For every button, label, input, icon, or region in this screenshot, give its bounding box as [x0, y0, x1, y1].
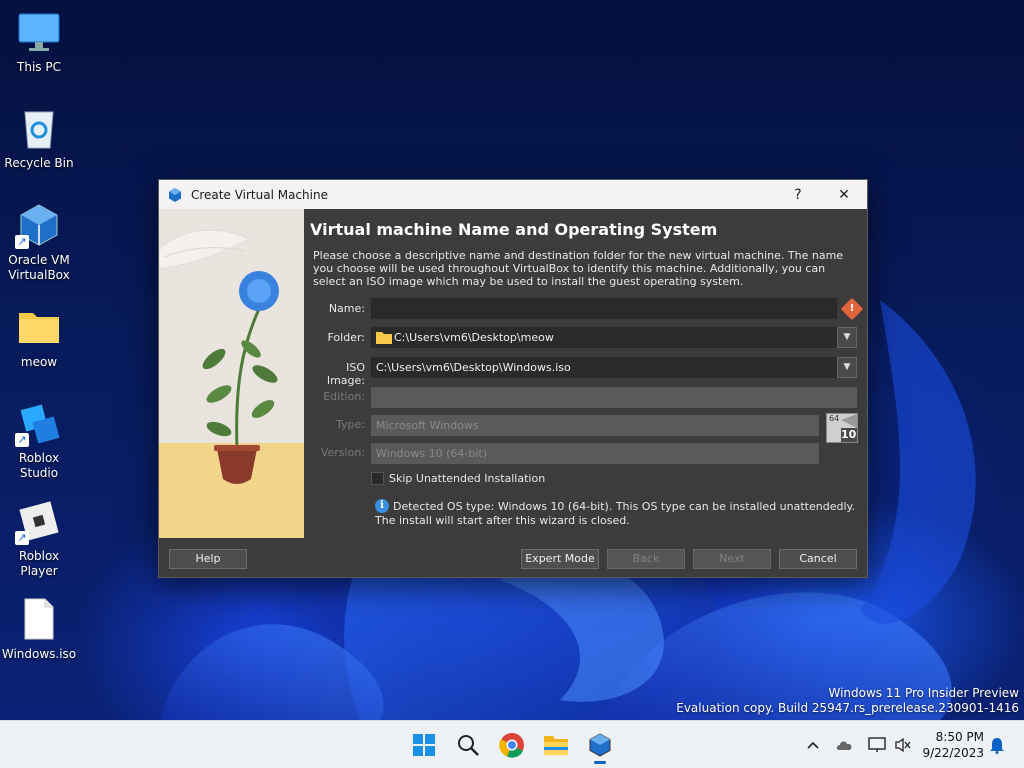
onedrive-tray-button[interactable] — [834, 729, 856, 761]
show-hidden-icons-button[interactable] — [802, 729, 824, 761]
volume-tray-button[interactable] — [892, 729, 914, 761]
desktop-icon-this-pc[interactable]: This PC — [0, 10, 78, 75]
taskbar-clock[interactable]: 8:50 PM 9/22/2023 — [922, 729, 984, 761]
notifications-button[interactable] — [986, 729, 1008, 761]
desktop-icon-meow-folder[interactable]: meow — [0, 305, 78, 370]
cancel-button[interactable]: Cancel — [779, 549, 857, 569]
desktop-icon-label: This PC — [17, 60, 61, 74]
folder-icon — [17, 305, 61, 349]
edition-label: Edition: — [323, 390, 365, 403]
iso-image-field[interactable]: C:\Users\vm6\Desktop\Windows.iso — [371, 357, 837, 378]
virtualbox-icon — [589, 733, 611, 757]
help-title-button[interactable]: ? — [775, 180, 821, 209]
dialog-content: Virtual machine Name and Operating Syste… — [159, 209, 867, 538]
create-vm-dialog: Create Virtual Machine ? ✕ Virtual machi… — [158, 179, 868, 578]
os-version-label: 10 — [841, 428, 857, 441]
desktop-icon-label: Recycle Bin — [4, 156, 74, 170]
skip-unattended-checkbox[interactable] — [371, 472, 384, 485]
back-button[interactable]: Back — [607, 549, 685, 569]
edition-field — [371, 387, 857, 408]
file-icon — [17, 597, 61, 641]
virtualbox-icon: ↗ — [15, 203, 61, 249]
iso-label: ISO Image: — [326, 361, 365, 387]
wizard-main-panel: Virtual machine Name and Operating Syste… — [305, 209, 867, 538]
bell-icon — [990, 738, 1004, 754]
start-button[interactable] — [406, 729, 442, 761]
page-title: Virtual machine Name and Operating Syste… — [310, 220, 718, 239]
warning-icon: ! — [840, 297, 864, 321]
taskbar: 8:50 PM 9/22/2023 — [0, 720, 1024, 768]
roblox-player-icon: ↗ — [15, 499, 61, 545]
watermark-line-2: Evaluation copy. Build 25947.rs_prerelea… — [676, 701, 1019, 715]
monitor-icon — [17, 10, 61, 54]
desktop-icon-virtualbox[interactable]: ↗ Oracle VM VirtualBox — [0, 203, 78, 283]
dialog-title: Create Virtual Machine — [191, 187, 328, 202]
folder-dropdown-button[interactable]: ▼ — [837, 327, 857, 348]
roblox-studio-icon: ↗ — [15, 401, 61, 447]
type-label: Type: — [336, 418, 365, 431]
taskbar-file-explorer[interactable] — [538, 729, 574, 761]
network-icon — [868, 737, 886, 752]
windows-10-64bit-os-icon: 64 10 — [826, 413, 858, 443]
network-tray-button[interactable] — [866, 729, 888, 761]
taskbar-virtualbox[interactable] — [582, 729, 618, 764]
search-icon — [458, 735, 479, 756]
version-select: Windows 10 (64-bit) — [371, 443, 819, 464]
folder-field[interactable]: C:\Users\vm6\Desktop\meow — [371, 327, 837, 348]
desktop-icon-windows-iso[interactable]: Windows.iso — [0, 597, 78, 662]
folder-icon — [376, 332, 392, 344]
dialog-button-row: Help Expert Mode Back Next Cancel — [159, 538, 867, 578]
clock-date: 9/22/2023 — [922, 746, 984, 760]
onedrive-icon — [836, 741, 852, 750]
name-label: Name: — [328, 302, 365, 315]
name-field[interactable] — [371, 298, 837, 319]
volume-muted-icon — [895, 737, 911, 753]
shortcut-arrow-icon: ↗ — [15, 531, 29, 545]
taskbar-search-button[interactable] — [450, 729, 486, 761]
next-button[interactable]: Next — [693, 549, 771, 569]
desktop-icon-recycle-bin[interactable]: Recycle Bin — [0, 106, 78, 171]
clock-time: 8:50 PM — [935, 730, 984, 744]
type-select: Microsoft Windows — [371, 415, 819, 436]
page-description: Please choose a descriptive name and des… — [313, 249, 844, 288]
close-button[interactable]: ✕ — [821, 180, 867, 209]
wizard-illustration — [159, 209, 304, 538]
version-label: Version: — [320, 446, 365, 459]
desktop-icon-roblox-player[interactable]: ↗ Roblox Player — [0, 499, 78, 579]
detected-os-info: Detected OS type: Windows 10 (64-bit). T… — [375, 500, 855, 527]
shortcut-arrow-icon: ↗ — [15, 235, 29, 249]
desktop-icon-roblox-studio[interactable]: ↗ Roblox Studio — [0, 401, 78, 481]
folder-path-text: C:\Users\vm6\Desktop\meow — [394, 331, 554, 344]
chevron-up-icon — [807, 741, 819, 749]
desktop-icon-label: Roblox Player — [18, 549, 60, 578]
file-explorer-icon — [544, 736, 568, 755]
desktop-icon-label: Roblox Studio — [18, 451, 60, 480]
expert-mode-button[interactable]: Expert Mode — [521, 549, 599, 569]
windows-evaluation-watermark: Windows 11 Pro Insider Preview Evaluatio… — [676, 686, 1019, 716]
recycle-bin-icon — [17, 106, 61, 150]
desktop-icon-label: Oracle VM VirtualBox — [8, 253, 70, 282]
virtualbox-icon — [169, 187, 181, 202]
chrome-icon — [499, 733, 524, 758]
folder-label: Folder: — [327, 331, 365, 344]
watermark-line-1: Windows 11 Pro Insider Preview — [828, 686, 1019, 700]
taskbar-chrome[interactable] — [494, 729, 530, 761]
dialog-titlebar[interactable]: Create Virtual Machine ? ✕ — [159, 180, 867, 209]
iso-dropdown-button[interactable]: ▼ — [837, 357, 857, 378]
desktop-icon-label: Windows.iso — [1, 647, 77, 661]
start-icon — [413, 734, 435, 756]
skip-unattended-label: Skip Unattended Installation — [389, 472, 546, 485]
desktop-icon-label: meow — [20, 355, 58, 369]
shortcut-arrow-icon: ↗ — [15, 433, 29, 447]
help-button[interactable]: Help — [169, 549, 247, 569]
os-bits-label: 64 — [829, 414, 840, 423]
